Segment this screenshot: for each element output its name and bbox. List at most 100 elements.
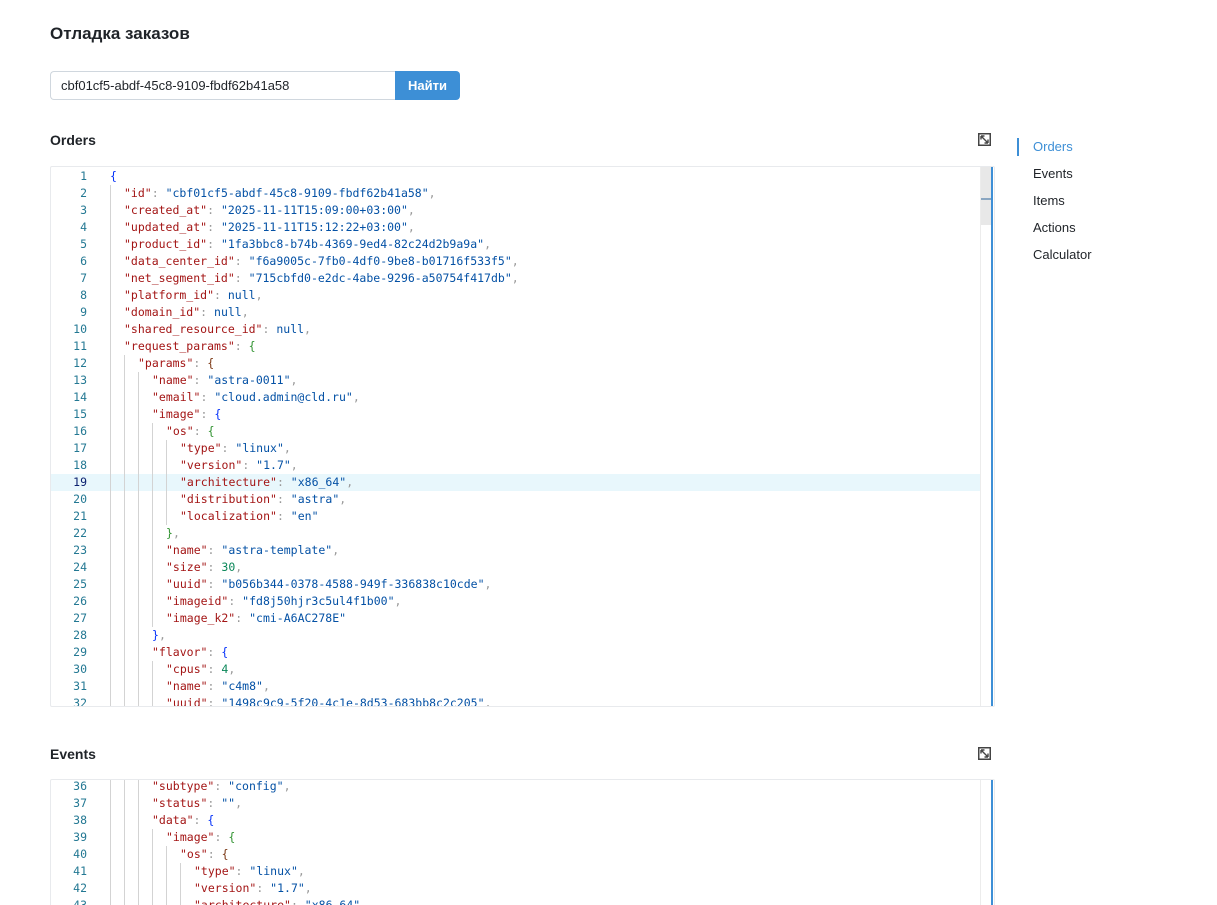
orders-code-line[interactable]: 9 "domain_id": null, (51, 304, 980, 321)
orders-code-line[interactable]: 7 "net_segment_id": "715cbfd0-e2dc-4abe-9… (51, 270, 980, 287)
events-code-line[interactable]: 40 "os": { (51, 846, 980, 863)
orders-code-line[interactable]: 21 "localization": "en" (51, 508, 980, 525)
events-code-editor[interactable]: 36 "subtype": "config", 37 "status": "", 38 "… (50, 779, 995, 905)
orders-code-line[interactable]: 14 "email": "cloud.admin@cld.ru", (51, 389, 980, 406)
json-punctuation: : (235, 611, 250, 625)
toc-item-actions[interactable]: Actions (1017, 219, 1092, 246)
toc-item-events[interactable]: Events (1017, 165, 1092, 192)
json-key: "uuid" (166, 577, 208, 591)
json-null: null (276, 322, 305, 336)
orders-code-line[interactable]: 20 "distribution": "astra", (51, 491, 980, 508)
toc-item-calculator[interactable]: Calculator (1017, 246, 1092, 273)
events-scrollbar[interactable] (980, 780, 994, 905)
orders-code-line[interactable]: 8 "platform_id": null, (51, 287, 980, 304)
toc-item-items[interactable]: Items (1017, 192, 1092, 219)
events-code-line[interactable]: 36 "subtype": "config", (51, 780, 980, 795)
orders-code-line[interactable]: 31 "name": "c4m8", (51, 678, 980, 695)
json-key: "net_segment_id" (124, 271, 235, 285)
json-brace: { (214, 407, 222, 421)
line-number: 41 (73, 864, 87, 878)
orders-code-line[interactable]: 29 "flavor": { (51, 644, 980, 661)
events-code-line[interactable]: 43 "architecture": "x86_64", (51, 897, 980, 905)
json-key: "os" (180, 847, 208, 861)
indent-guide (110, 627, 111, 644)
events-code-line[interactable]: 42 "version": "1.7", (51, 880, 980, 897)
orders-code-line[interactable]: 22}, (51, 525, 980, 542)
indent-guide (124, 423, 125, 440)
events-code-lines: 36 "subtype": "config", 37 "status": "", 38 "… (51, 780, 980, 905)
orders-code-line[interactable]: 24 "size": 30, (51, 559, 980, 576)
order-id-input[interactable] (50, 71, 395, 100)
line-number: 5 (80, 237, 87, 251)
orders-code-line[interactable]: 26 "imageid": "fd8j50hjr3c5ul4f1b00", (51, 593, 980, 610)
orders-code-line[interactable]: 12 "params": { (51, 355, 980, 372)
orders-code-line[interactable]: 13 "name": "astra-0011", (51, 372, 980, 389)
orders-code-line[interactable]: 32 "uuid": "1498c9c9-5f20-4c1e-8d53-683bb… (51, 695, 980, 706)
indent-guide (110, 829, 111, 846)
json-null: null (214, 305, 242, 319)
json-key: "os" (166, 424, 194, 438)
json-key: "localization" (180, 509, 277, 523)
events-expand-icon[interactable] (978, 747, 991, 760)
indent-guide (166, 440, 167, 457)
indent-guide (124, 474, 125, 491)
orders-code-line[interactable]: 10 "shared_resource_id": null, (51, 321, 980, 338)
code-content: "shared_resource_id": null, (124, 321, 311, 338)
orders-code-line[interactable]: 6 "data_center_id": "f6a9005c-7fb0-4df0-9… (51, 253, 980, 270)
orders-code-line[interactable]: 3 "created_at": "2025-11-11T15:09:00+03:0… (51, 202, 980, 219)
code-content: "product_id": "1fa3bbc8-b74b-4369-9ed4-8… (124, 236, 491, 253)
events-code-line[interactable]: 39 "image": { (51, 829, 980, 846)
indent-guide (124, 355, 125, 372)
indent-guide (110, 780, 111, 795)
orders-code-line[interactable]: 25 "uuid": "b056b344-0378-4588-949f-33683… (51, 576, 980, 593)
orders-code-line[interactable]: 16 "os": { (51, 423, 980, 440)
indent-guide (110, 897, 111, 905)
indent-guide (138, 897, 139, 905)
json-key: "uuid" (166, 696, 208, 706)
orders-code-line[interactable]: 1{ (51, 168, 980, 185)
json-key: "shared_resource_id" (124, 322, 263, 336)
search-button[interactable]: Найти (395, 71, 460, 100)
indent-guide (180, 880, 181, 897)
orders-code-line[interactable]: 2 "id": "cbf01cf5-abdf-45c8-9109-fbdf62b4… (51, 185, 980, 202)
orders-code-line[interactable]: 30 "cpus": 4, (51, 661, 980, 678)
json-key: "type" (180, 441, 222, 455)
events-code-line[interactable]: 37 "status": "", (51, 795, 980, 812)
orders-code-line[interactable]: 23 "name": "astra-template", (51, 542, 980, 559)
orders-scrollbar[interactable] (980, 167, 994, 706)
orders-code-line[interactable]: 15 "image": { (51, 406, 980, 423)
json-key: "email" (152, 390, 201, 404)
orders-code-line[interactable]: 11 "request_params": { (51, 338, 980, 355)
events-section-title: Events (50, 746, 96, 762)
toc-item-orders[interactable]: Orders (1017, 138, 1092, 165)
orders-code-line[interactable]: 4 "updated_at": "2025-11-11T15:12:22+03:0… (51, 219, 980, 236)
indent-guide (138, 372, 139, 389)
indent-guide (138, 863, 139, 880)
orders-code-line[interactable]: 17 "type": "linux", (51, 440, 980, 457)
json-key: "created_at" (124, 203, 208, 217)
code-content: "uuid": "b056b344-0378-4588-949f-336838c… (166, 576, 491, 593)
orders-expand-icon[interactable] (978, 133, 991, 146)
json-punctuation: , (428, 186, 436, 200)
code-content: "image_k2": "cmi-A6AC278E" (166, 610, 346, 627)
line-number: 28 (73, 628, 87, 642)
line-number: 6 (80, 254, 87, 268)
orders-code-line[interactable]: 5 "product_id": "1fa3bbc8-b74b-4369-9ed4-… (51, 236, 980, 253)
indent-guide (152, 846, 153, 863)
indent-guide (124, 812, 125, 829)
indent-guide (138, 593, 139, 610)
events-code-line[interactable]: 38 "data": { (51, 812, 980, 829)
orders-code-line[interactable]: 18 "version": "1.7", (51, 457, 980, 474)
indent-guide (110, 219, 111, 236)
indent-guide (110, 202, 111, 219)
orders-code-line[interactable]: 28}, (51, 627, 980, 644)
code-content: { (110, 168, 117, 185)
events-code-line[interactable]: 41 "type": "linux", (51, 863, 980, 880)
orders-code-line[interactable]: 27 "image_k2": "cmi-A6AC278E" (51, 610, 980, 627)
orders-code-editor[interactable]: 1{2 "id": "cbf01cf5-abdf-45c8-9109-fbdf62… (50, 166, 995, 707)
json-brace: { (110, 169, 117, 183)
orders-code-line[interactable]: 19 "architecture": "x86_64", (51, 474, 980, 491)
json-string: "b056b344-0378-4588-949f-336838c10cde" (221, 577, 485, 591)
line-number: 3 (80, 203, 87, 217)
json-punctuation: : (214, 288, 228, 302)
